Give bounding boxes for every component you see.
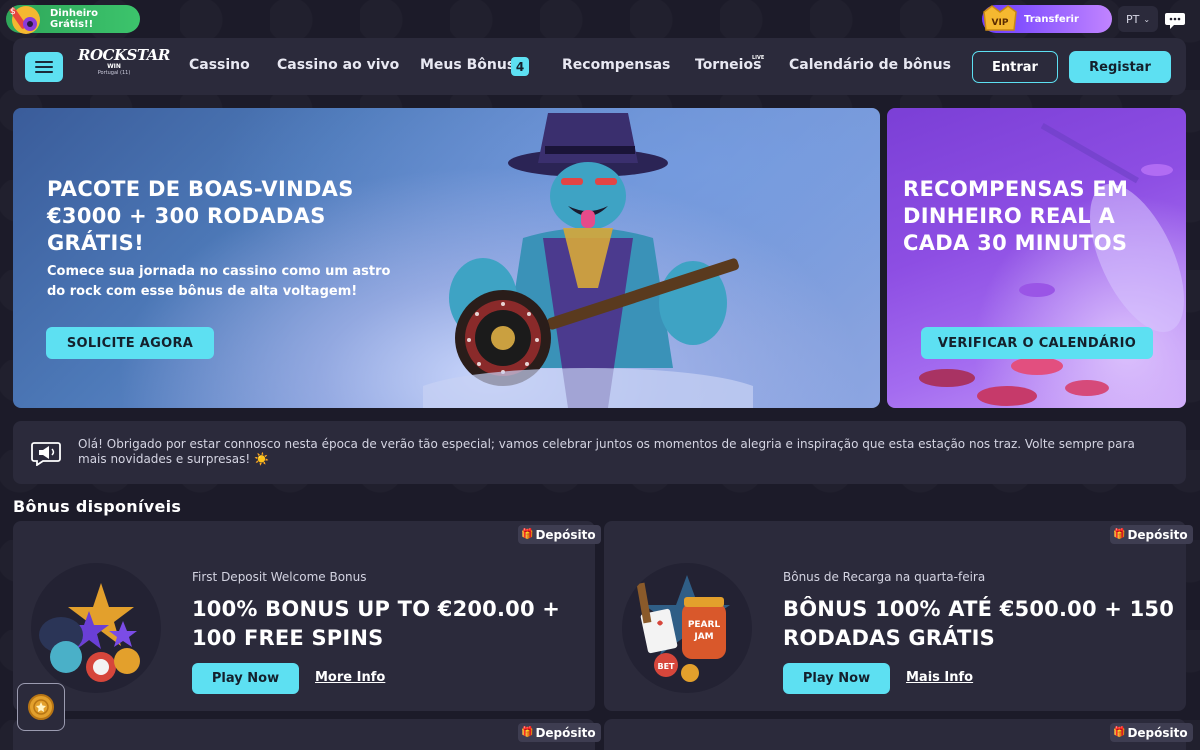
deposit-tag-label: Depósito	[535, 725, 596, 740]
megaphone-icon	[31, 440, 61, 467]
deposit-tag: 🎁 Depósito	[518, 723, 601, 742]
gift-icon: 🎁	[521, 727, 534, 738]
svg-text:JAM: JAM	[693, 632, 713, 642]
guitar-promo-icon: $	[6, 0, 46, 38]
bonus-card-heading: 100% BONUS UP TO €200.00 + 100 FREE SPIN…	[192, 597, 561, 650]
rewards-banner-title: RECOMPENSAS EM DINHEIRO REAL A CADA 30 M…	[903, 177, 1129, 255]
bonus-card-heading: BÔNUS 100% ATÉ €500.00 + 150 RODADAS GRÁ…	[783, 597, 1175, 650]
play-now-button[interactable]: Play Now	[783, 663, 890, 694]
welcome-banner-subtitle: Comece sua jornada no cassino como um as…	[47, 264, 391, 299]
bonus-card-label: First Deposit Welcome Bonus	[192, 570, 367, 584]
free-money-label: Dinheiro Grátis!!	[50, 8, 98, 30]
svg-text:PEARL: PEARL	[688, 620, 721, 630]
check-calendar-button[interactable]: VERIFICAR O CALENDÁRIO	[921, 327, 1153, 359]
svg-text:BET: BET	[657, 662, 675, 671]
bonus-card	[13, 719, 595, 750]
available-bonuses-title: Bônus disponíveis	[13, 497, 182, 516]
more-info-link[interactable]: More Info	[315, 670, 385, 685]
welcome-package-banner[interactable]	[13, 108, 880, 408]
vip-badge-text: VIP	[992, 18, 1009, 28]
welcome-banner-title: PACOTE DE BOAS-VINDAS €3000 + 300 RODADA…	[47, 177, 354, 255]
chevron-down-icon: ⌄	[1143, 14, 1151, 24]
rockstar-monster-illustration	[423, 113, 753, 408]
play-now-button[interactable]: Play Now	[192, 663, 299, 694]
site-logo[interactable]: ROCKSTAR WIN Portugal (11)	[78, 46, 170, 88]
chat-icon[interactable]	[1164, 9, 1186, 31]
nav-live-casino[interactable]: Cassino ao vivo	[277, 57, 399, 77]
deposit-tag: 🎁 Depósito	[518, 525, 601, 544]
language-code: PT	[1125, 12, 1140, 26]
gift-icon: 🎁	[1113, 529, 1126, 540]
claim-now-button[interactable]: SOLICITE AGORA	[46, 327, 214, 359]
menu-icon[interactable]	[25, 52, 63, 82]
bonus-card	[604, 719, 1186, 750]
rewards-banner[interactable]	[887, 108, 1186, 408]
language-selector[interactable]: PT ⌄	[1118, 6, 1158, 32]
gift-icon: 🎁	[1113, 727, 1126, 738]
gift-icon: 🎁	[521, 529, 534, 540]
logo-line-3: Portugal (11)	[97, 70, 131, 76]
deposit-tag: 🎁 Depósito	[1110, 723, 1193, 742]
logo-line-1: ROCKSTAR	[78, 46, 170, 64]
login-button[interactable]: Entrar	[972, 51, 1058, 83]
deposit-tag: 🎁 Depósito	[1110, 525, 1193, 544]
more-info-link[interactable]: Mais Info	[906, 670, 973, 685]
deposit-tag-label: Depósito	[535, 527, 596, 542]
nav-rewards[interactable]: Recompensas	[562, 57, 670, 77]
logo-line-2: WIN	[107, 63, 121, 70]
coin-icon	[28, 694, 54, 720]
nav-my-bonuses[interactable]: Meus Bônus	[420, 57, 515, 77]
announcement-text: Olá! Obrigado por estar connosco nesta é…	[78, 437, 1135, 466]
live-tag: LIVE	[752, 55, 765, 61]
coin-rewards-widget[interactable]	[17, 683, 65, 731]
nav-bonus-calendar[interactable]: Calendário de bônus	[789, 57, 951, 77]
register-button[interactable]: Registar	[1069, 51, 1171, 83]
bonus-card-label: Bônus de Recarga na quarta-feira	[783, 570, 986, 584]
svg-text:$: $	[10, 7, 16, 17]
vip-transfer-label: Transferir	[1024, 13, 1079, 25]
vip-crown-icon: VIP	[980, 2, 1020, 36]
bonus-art-jam-jar: PEARL JAM BET	[622, 563, 752, 693]
deposit-tag-label: Depósito	[1127, 725, 1188, 740]
bonus-count-badge: 4	[511, 57, 529, 76]
deposit-tag-label: Depósito	[1127, 527, 1188, 542]
nav-casino[interactable]: Cassino	[189, 57, 250, 77]
rewards-chips-illustration	[919, 123, 1184, 406]
bonus-art-stars-chips	[31, 563, 161, 693]
